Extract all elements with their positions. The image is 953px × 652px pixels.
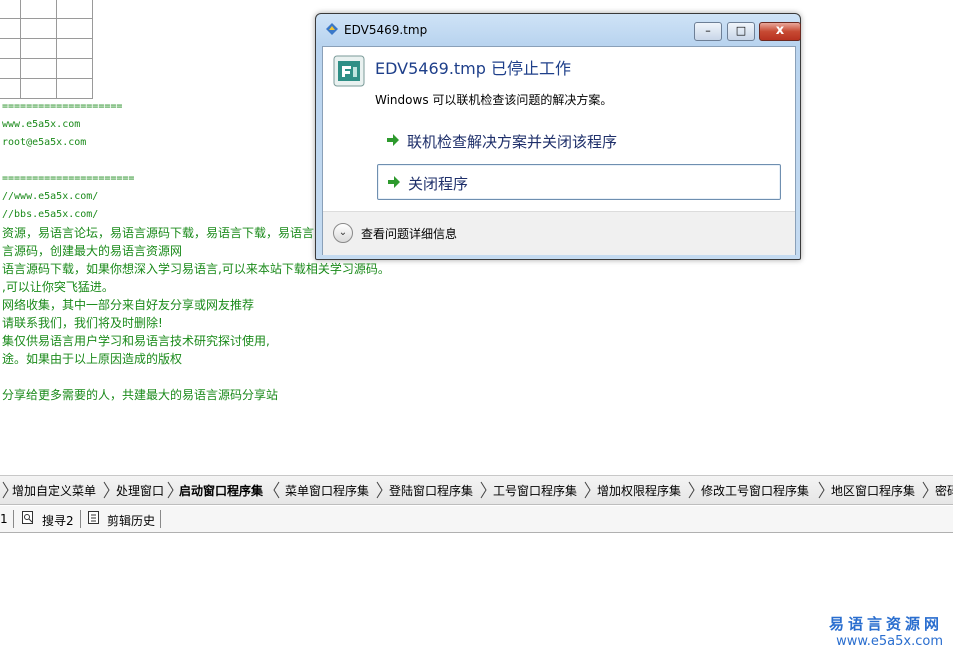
divider xyxy=(160,510,161,528)
error-dialog: EDV5469.tmp – □ x EDV5469.tmp 已停止工作 Wind… xyxy=(315,13,801,260)
tab-region-window-assembly[interactable]: 地区窗口程序集 xyxy=(831,482,915,499)
divider xyxy=(13,510,14,528)
output-tab-search2[interactable]: 搜寻2 xyxy=(42,512,74,529)
arrow-right-icon xyxy=(387,134,399,146)
arrow-right-icon xyxy=(388,176,400,188)
code-line[interactable]: root@e5a5x.com xyxy=(2,135,86,151)
tab-separator xyxy=(480,481,487,499)
code-line[interactable]: ,可以让你突飞猛进。 xyxy=(2,279,114,295)
dialog-footer: ⌄ 查看问题详细信息 xyxy=(323,211,795,255)
check-online-option[interactable]: 联机检查解决方案并关闭该程序 xyxy=(377,123,779,157)
code-line[interactable]: ====================== xyxy=(2,171,134,187)
maximize-icon: □ xyxy=(735,24,747,37)
app-icon xyxy=(326,23,338,35)
tab-login-window-assembly[interactable]: 登陆窗口程序集 xyxy=(389,482,473,499)
output-tab-clip-history[interactable]: 剪辑历史 xyxy=(107,512,155,529)
code-line[interactable]: 请联系我们，我们将及时删除! xyxy=(2,315,163,331)
output-tab-bar: 1 搜寻2 剪辑历史 xyxy=(0,506,953,533)
minimize-icon: – xyxy=(705,24,711,37)
tab-separator xyxy=(818,481,825,499)
code-line[interactable]: //bbs.e5a5x.com/ xyxy=(2,207,98,223)
tab-handle-window[interactable]: 处理窗口 xyxy=(116,482,164,499)
tab-edit-employee-window-assembly[interactable]: 修改工号窗口程序集 xyxy=(701,482,809,499)
tab-separator xyxy=(584,481,591,499)
tab-employee-window-assembly[interactable]: 工号窗口程序集 xyxy=(493,482,577,499)
tab-password[interactable]: 密码 xyxy=(935,482,953,499)
dialog-titlebar[interactable]: EDV5469.tmp – □ x xyxy=(316,14,801,46)
output-tab-1[interactable]: 1 xyxy=(0,512,8,526)
watermark-url: www.e5a5x.com xyxy=(836,634,943,649)
dialog-description: Windows 可以联机检查该问题的解决方案。 xyxy=(375,93,613,107)
grid-table xyxy=(0,0,93,99)
program-icon xyxy=(333,55,365,87)
tab-separator xyxy=(273,481,280,499)
dialog-main-title: EDV5469.tmp 已停止工作 xyxy=(375,59,572,78)
code-line[interactable]: www.e5a5x.com xyxy=(2,117,80,133)
code-line[interactable]: 网络收集，其中一部分来自好友分享或网友推荐 xyxy=(2,297,254,313)
code-line[interactable]: 分享给更多需要的人，共建最大的易语言源码分享站 xyxy=(2,387,278,403)
view-details-link[interactable]: 查看问题详细信息 xyxy=(361,225,457,242)
code-tab-strip: 增加自定义菜单 处理窗口 启动窗口程序集 菜单窗口程序集 登陆窗口程序集 工号窗… xyxy=(0,475,953,505)
close-icon: x xyxy=(775,23,785,38)
tab-add-custom-menu[interactable]: 增加自定义菜单 xyxy=(12,482,96,499)
close-button[interactable]: x xyxy=(759,22,801,41)
tab-menu-window-assembly[interactable]: 菜单窗口程序集 xyxy=(285,482,369,499)
tab-separator xyxy=(2,481,9,499)
check-online-label: 联机检查解决方案并关闭该程序 xyxy=(407,133,618,151)
tab-add-permission-assembly[interactable]: 增加权限程序集 xyxy=(597,482,681,499)
tab-separator xyxy=(688,481,695,499)
code-line[interactable]: 资源，易语言论坛，易语言源码下载，易语言下载，易语言 xyxy=(2,225,314,241)
maximize-button[interactable]: □ xyxy=(727,22,755,41)
clipboard-icon xyxy=(88,511,99,524)
close-program-option[interactable]: 关闭程序 xyxy=(377,164,781,200)
tab-separator xyxy=(376,481,383,499)
watermark: 易语言资源网 www.e5a5x.com xyxy=(829,613,943,649)
code-line[interactable]: 途。如果由于以上原因造成的版权 xyxy=(2,351,182,367)
tab-startup-window-assembly[interactable]: 启动窗口程序集 xyxy=(179,482,263,499)
watermark-title: 易语言资源网 xyxy=(828,615,943,633)
close-program-label: 关闭程序 xyxy=(408,175,469,193)
divider xyxy=(80,510,81,528)
tab-separator xyxy=(103,481,110,499)
chevron-down-icon: ⌄ xyxy=(338,227,348,238)
code-line[interactable]: 集仅供易语言用户学习和易语言技术研究探讨使用, xyxy=(2,333,270,349)
search-icon xyxy=(22,511,33,524)
expand-details-button[interactable]: ⌄ xyxy=(333,223,353,243)
code-line[interactable]: ==================== xyxy=(2,99,122,115)
code-line[interactable]: //www.e5a5x.com/ xyxy=(2,189,98,205)
tab-separator xyxy=(922,481,929,499)
dialog-content: EDV5469.tmp 已停止工作 Windows 可以联机检查该问题的解决方案… xyxy=(322,46,796,255)
minimize-button[interactable]: – xyxy=(694,22,722,41)
code-line[interactable]: 语言源码下载，如果你想深入学习易语言,可以来本站下载相关学习源码。 xyxy=(2,261,390,277)
code-line[interactable]: 言源码，创建最大的易语言资源网 xyxy=(2,243,182,259)
tab-separator xyxy=(167,481,174,499)
dialog-title: EDV5469.tmp xyxy=(344,23,428,37)
